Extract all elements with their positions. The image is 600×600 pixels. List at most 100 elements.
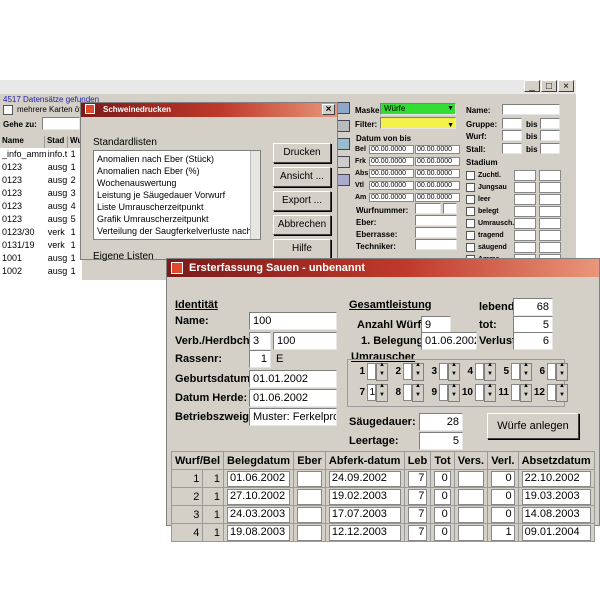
- table-cell[interactable]: 0: [487, 469, 519, 488]
- gehe-zu-input[interactable]: [42, 117, 80, 130]
- eberrasse-input[interactable]: [415, 227, 457, 238]
- leb-value[interactable]: 7: [407, 506, 428, 523]
- stadium-input[interactable]: [514, 229, 536, 241]
- table-cell[interactable]: 12.12.2003: [324, 523, 405, 542]
- spinner-icon[interactable]: [376, 383, 388, 402]
- vers-value[interactable]: [457, 488, 485, 505]
- date-to-input[interactable]: 00.00.0000: [415, 168, 460, 178]
- table-column-header[interactable]: Leb: [403, 451, 432, 470]
- eber-value[interactable]: [297, 470, 322, 487]
- table-cell[interactable]: 19.03.2003: [517, 487, 596, 506]
- hilfe-button[interactable]: Hilfe: [273, 239, 331, 259]
- spinner-icon[interactable]: [412, 362, 424, 381]
- list-item[interactable]: 1001 ausg 1: [0, 252, 82, 265]
- date-to-input[interactable]: 00.00.0000: [415, 156, 460, 166]
- stadium-item[interactable]: Jungsau: [466, 181, 561, 193]
- tot-value[interactable]: 0: [434, 506, 451, 523]
- vers-value[interactable]: [457, 470, 485, 487]
- spinner-icon[interactable]: [448, 383, 460, 402]
- checkbox-icon[interactable]: [466, 230, 475, 240]
- umrauscher-input[interactable]: [547, 384, 556, 401]
- table-cell[interactable]: 27.10.2002: [223, 487, 295, 506]
- stadium-input[interactable]: [514, 217, 536, 229]
- list-item[interactable]: _info_ammeinfo.t1: [0, 148, 82, 161]
- stadium-input-2[interactable]: [539, 205, 561, 217]
- verb-input[interactable]: 3: [249, 332, 271, 350]
- list-item[interactable]: 0131/19 verk 1: [0, 239, 82, 252]
- table-cell[interactable]: 09.01.2004: [517, 523, 596, 542]
- techniker-input[interactable]: [415, 239, 457, 250]
- filter-select[interactable]: ▼: [380, 117, 456, 129]
- stadium-item[interactable]: tragend: [466, 229, 561, 241]
- table-cell[interactable]: 7: [403, 469, 432, 488]
- checkbox-icon[interactable]: [466, 206, 475, 216]
- stadium-input-2[interactable]: [539, 193, 561, 205]
- abferk-value[interactable]: 12.12.2003: [328, 524, 401, 541]
- table-cell[interactable]: 14.08.2003: [517, 505, 596, 524]
- umrauscher-input[interactable]: [439, 363, 448, 380]
- wurfnummer-input-2[interactable]: [443, 203, 457, 214]
- stadium-input[interactable]: [514, 205, 536, 217]
- table-cell[interactable]: 01.06.2002: [223, 469, 295, 488]
- belegdatum-value[interactable]: 19.08.2003: [227, 524, 291, 541]
- list-item[interactable]: 0123 ausg 5: [0, 213, 82, 226]
- table-cell[interactable]: [293, 523, 326, 542]
- rassenr-input[interactable]: 1: [249, 350, 271, 368]
- table-cell[interactable]: 0: [430, 469, 455, 488]
- minimize-button[interactable]: _: [524, 80, 540, 92]
- list-item[interactable]: 0123 ausg 1: [0, 161, 82, 174]
- date-from-input[interactable]: 00.00.0000: [369, 180, 414, 190]
- table-cell[interactable]: [293, 487, 326, 506]
- stadium-input[interactable]: [514, 241, 536, 253]
- table-cell[interactable]: [453, 505, 489, 524]
- table-cell[interactable]: [293, 469, 326, 488]
- standardliste-item[interactable]: Wochenauswertung: [97, 177, 257, 189]
- spinner-icon[interactable]: [484, 383, 496, 402]
- spinner-icon[interactable]: [412, 383, 424, 402]
- table-cell[interactable]: 0: [430, 523, 455, 542]
- stall-from-input[interactable]: [502, 143, 522, 154]
- umrauscher-input[interactable]: [547, 363, 556, 380]
- checkbox-icon[interactable]: [466, 170, 475, 180]
- stadium-input-2[interactable]: [539, 229, 561, 241]
- standardliste-item[interactable]: Grafik Umrauscherzeitpunkt: [97, 213, 257, 225]
- table-cell[interactable]: [453, 469, 489, 488]
- spinner-icon[interactable]: [556, 383, 568, 402]
- stadium-input[interactable]: [514, 181, 536, 193]
- date-from-input[interactable]: 00.00.0000: [369, 156, 414, 166]
- stadium-item[interactable]: säugend: [466, 241, 561, 253]
- name-filter-input[interactable]: [502, 104, 560, 115]
- table-cell[interactable]: 22.10.2002: [517, 469, 596, 488]
- geburtsdatum-input[interactable]: 01.01.2002: [249, 370, 337, 388]
- stadium-input-2[interactable]: [539, 217, 561, 229]
- table-row[interactable]: 4 1 19.08.2003 12.12.2003 7 0 1 09.01.2004: [170, 523, 596, 542]
- wurfnummer-input[interactable]: [415, 203, 441, 214]
- standardlisten-listbox[interactable]: Anomalien nach Eber (Stück) Anomalien nac…: [93, 150, 261, 240]
- spinner-icon[interactable]: [448, 362, 460, 381]
- print-icon[interactable]: [337, 102, 350, 114]
- standardliste-item[interactable]: Anomalien nach Eber (%): [97, 165, 257, 177]
- checkbox-icon[interactable]: [466, 182, 475, 192]
- table-cell[interactable]: [453, 487, 489, 506]
- listbox-scrollbar[interactable]: [250, 151, 260, 239]
- date-from-input[interactable]: 00.00.0000: [369, 144, 414, 154]
- list-item[interactable]: 0123 ausg 4: [0, 200, 82, 213]
- list-icon[interactable]: [337, 120, 350, 132]
- checkbox-icon[interactable]: [466, 218, 475, 228]
- saeugedauer-input[interactable]: 28: [419, 413, 463, 431]
- spinner-icon[interactable]: [376, 362, 388, 381]
- vers-value[interactable]: [457, 506, 485, 523]
- spinner-icon[interactable]: [484, 362, 496, 381]
- wuerfe-anlegen-button[interactable]: Würfe anlegen: [487, 413, 579, 439]
- abbrechen-button[interactable]: Abbrechen: [273, 215, 331, 235]
- list-item[interactable]: 0123 ausg 3: [0, 187, 82, 200]
- table-cell[interactable]: 7: [403, 523, 432, 542]
- abferk-value[interactable]: 24.09.2002: [328, 470, 401, 487]
- absetz-value[interactable]: 19.03.2003: [521, 488, 591, 505]
- verl-value[interactable]: 1: [491, 524, 515, 541]
- date-from-input[interactable]: 00.00.0000: [369, 168, 414, 178]
- spinner-icon[interactable]: [556, 362, 568, 381]
- date-from-input[interactable]: 00.00.0000: [369, 192, 414, 202]
- name-input[interactable]: 100: [249, 312, 337, 330]
- tot-value[interactable]: 0: [434, 470, 451, 487]
